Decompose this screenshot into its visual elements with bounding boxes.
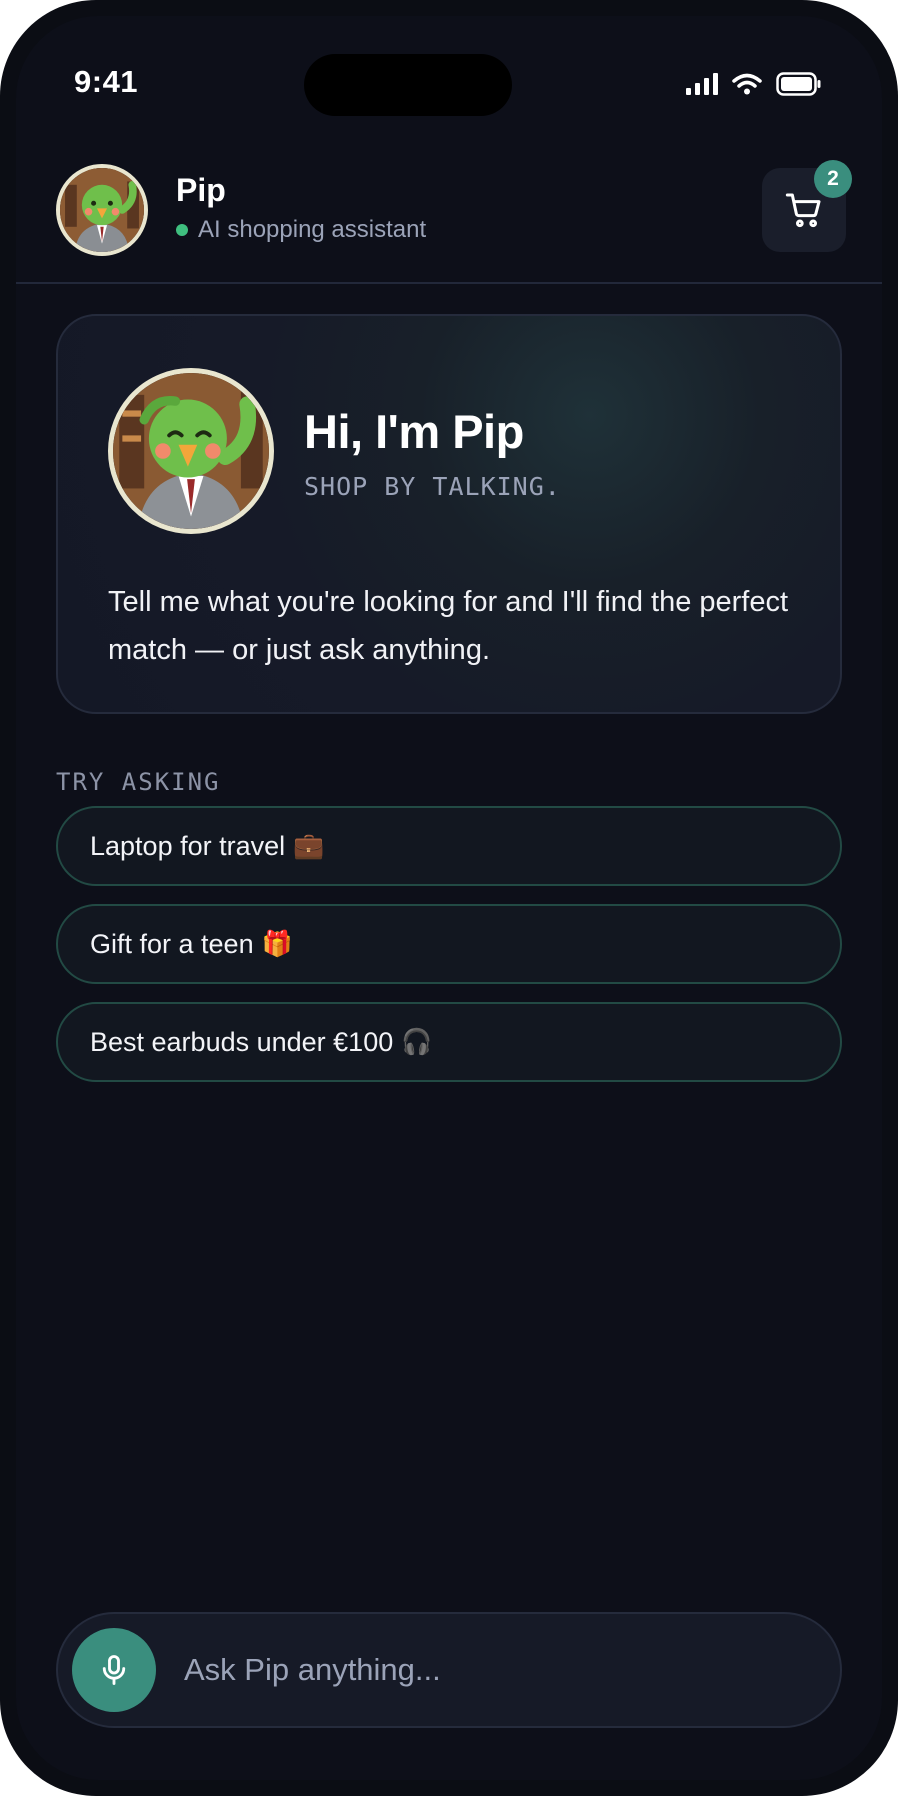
suggestion-chip-gift[interactable]: Gift for a teen 🎁 [56, 904, 842, 984]
online-indicator [176, 224, 188, 236]
chat-header: Pip AI shopping assistant 2 [16, 134, 882, 284]
chat-input[interactable] [184, 1614, 810, 1726]
avatar[interactable] [56, 164, 148, 256]
phone-frame: 9:41 Pip AI shopping assistant 2 Hi, I'm… [0, 0, 898, 1796]
wifi-icon [732, 73, 762, 95]
mic-button[interactable] [72, 1628, 156, 1712]
suggestion-list: Laptop for travel 💼 Gift for a teen 🎁 Be… [56, 806, 842, 1100]
app-screen: 9:41 Pip AI shopping assistant 2 Hi, I'm… [16, 16, 882, 1780]
cart-button[interactable]: 2 [762, 160, 852, 252]
parrot-avatar-icon [113, 373, 269, 529]
dynamic-island [304, 54, 512, 116]
hero-avatar [108, 368, 274, 534]
assistant-name: Pip [176, 172, 226, 208]
battery-icon [776, 72, 821, 96]
hero-title: Hi, I'm Pip [304, 405, 524, 458]
briefcase-icon: 💼 [293, 831, 325, 860]
welcome-card: Hi, I'm Pip SHOP BY TALKING. Tell me wha… [56, 314, 842, 714]
suggestion-text: Gift for a teen [90, 928, 254, 959]
cart-icon [785, 193, 821, 228]
suggestion-chip-earbuds[interactable]: Best earbuds under €100 🎧 [56, 1002, 842, 1082]
signal-icon [686, 73, 718, 95]
headphones-icon: 🎧 [401, 1027, 433, 1056]
gift-icon: 🎁 [261, 929, 293, 958]
parrot-avatar-icon [60, 168, 144, 252]
assistant-status: AI shopping assistant [176, 216, 426, 244]
assistant-subtitle: AI shopping assistant [198, 216, 427, 243]
status-bar: 9:41 [16, 16, 882, 134]
cart-count-badge: 2 [814, 160, 852, 198]
chat-input-bar [56, 1612, 842, 1728]
hero-description: Tell me what you're looking for and I'll… [108, 586, 789, 666]
suggestions-label: TRY ASKING [56, 768, 221, 796]
microphone-icon [102, 1655, 126, 1685]
suggestion-text: Laptop for travel [90, 830, 286, 861]
hero-tagline: SHOP BY TALKING. [304, 472, 561, 501]
status-icons [686, 72, 822, 96]
suggestion-chip-laptop[interactable]: Laptop for travel 💼 [56, 806, 842, 886]
suggestion-text: Best earbuds under €100 [90, 1026, 394, 1057]
status-time: 9:41 [74, 64, 139, 99]
